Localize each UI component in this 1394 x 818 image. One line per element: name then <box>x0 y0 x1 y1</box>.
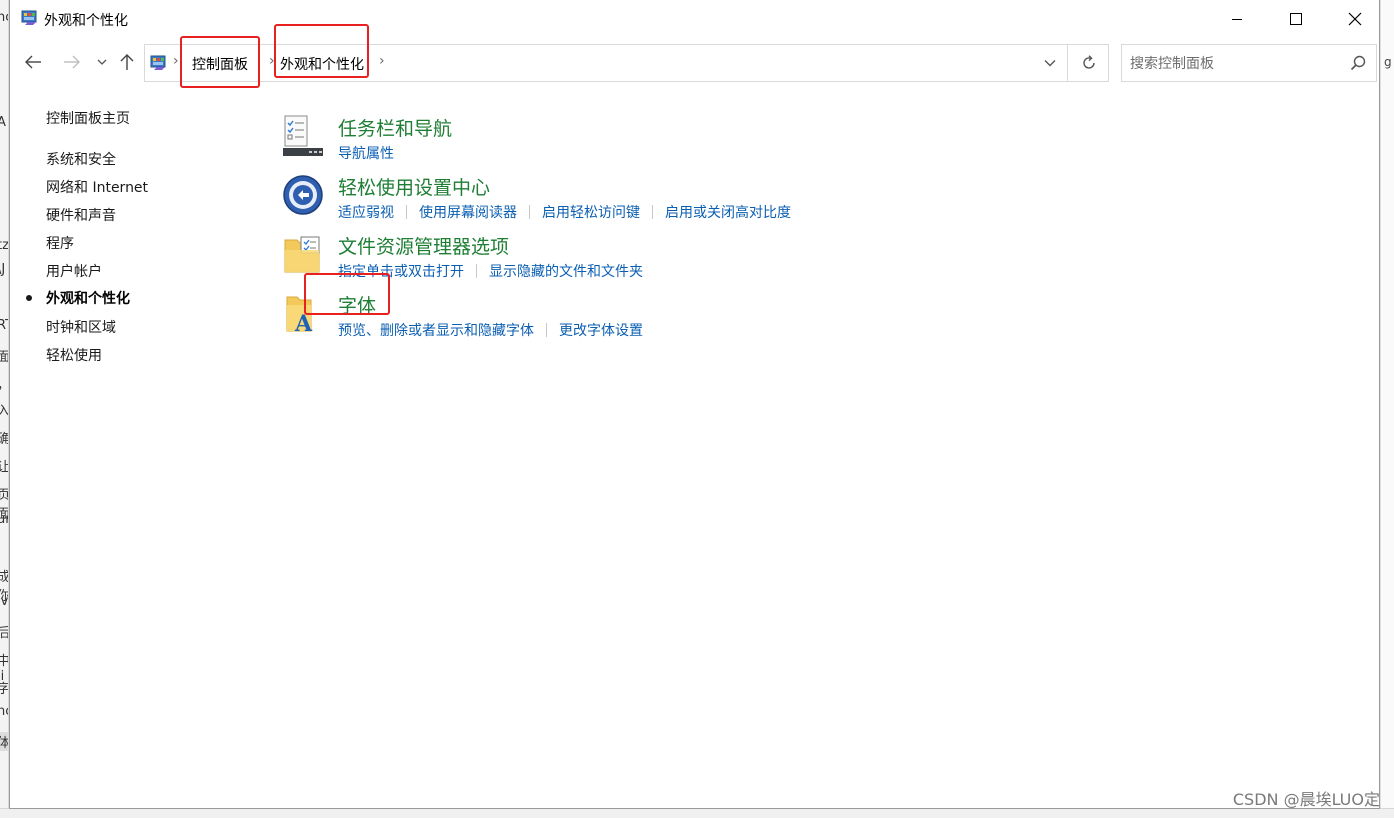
sidebar-item-home[interactable]: 控制面板主页 <box>46 108 130 128</box>
link-divider <box>529 205 530 219</box>
category-title-taskbar[interactable]: 任务栏和导航 <box>338 114 452 141</box>
minimize-button[interactable] <box>1208 0 1266 38</box>
link-single-double-click[interactable]: 指定单击或双击打开 <box>338 264 464 280</box>
active-bullet <box>26 295 32 301</box>
category-title-file-explorer-options[interactable]: 文件资源管理器选项 <box>338 232 509 259</box>
control-panel-icon <box>150 55 166 70</box>
refresh-button[interactable] <box>1067 45 1109 81</box>
category-title-fonts[interactable]: 字体 <box>338 291 376 318</box>
arrow-left-icon <box>25 55 41 69</box>
svg-text:A: A <box>294 311 313 335</box>
bg-fragment: RT <box>0 318 8 333</box>
refresh-icon <box>1082 55 1095 69</box>
chevron-down-icon <box>97 59 107 65</box>
bg-fragment: nc <box>0 704 8 719</box>
ease-of-access-icon <box>283 175 323 215</box>
link-navigation-properties[interactable]: 导航属性 <box>338 146 394 162</box>
arrow-up-icon <box>120 54 134 70</box>
background-taskbar-edge <box>0 808 1394 818</box>
bg-fragment: \J <box>0 262 6 277</box>
category-links-ease-of-access: 适应弱视 使用屏幕阅读器 启用轻松访问键 启用或关闭高对比度 <box>338 202 791 222</box>
sidebar-item-system-security[interactable]: 系统和安全 <box>46 149 116 169</box>
navigation-bar: › 控制面板 › 外观和个性化 › <box>10 40 1379 84</box>
link-divider <box>476 264 477 278</box>
sidebar-item-ease-of-access[interactable]: 轻松使用 <box>46 345 102 365</box>
link-show-hidden-files[interactable]: 显示隐藏的文件和文件夹 <box>489 264 643 280</box>
bg-fragment: ， <box>0 374 8 393</box>
breadcrumb-separator[interactable]: › <box>269 53 275 69</box>
link-font-settings[interactable]: 更改字体设置 <box>559 323 643 339</box>
bg-fragment: 确 <box>0 428 8 447</box>
fonts-folder-icon: A <box>286 296 313 335</box>
search-icon[interactable] <box>1350 55 1366 71</box>
bg-fragment: g <box>1384 55 1392 69</box>
breadcrumb-control-panel[interactable]: 控制面板 <box>192 54 248 74</box>
back-button[interactable] <box>20 49 46 75</box>
link-divider <box>406 205 407 219</box>
bg-fragment: 让 <box>0 456 8 475</box>
control-panel-window: 外观和个性化 › 控制面板 › 外观和个性化 › 搜索控制面板 控制面板主页 系… <box>9 0 1380 809</box>
bg-fragment: 入 <box>0 400 8 419</box>
sidebar-item-appearance[interactable]: 外观和个性化 <box>46 288 130 308</box>
title-bar[interactable]: 外观和个性化 <box>10 0 1379 38</box>
bg-fragment: 体 <box>0 732 8 751</box>
minimize-icon <box>1232 19 1242 20</box>
sidebar-item-clock-region[interactable]: 时钟和区域 <box>46 317 116 337</box>
category-title-ease-of-access[interactable]: 轻松使用设置中心 <box>338 173 490 200</box>
breadcrumb-appearance[interactable]: 外观和个性化 <box>280 54 364 74</box>
watermark: CSDN @晨埃LUO定 <box>1232 790 1380 809</box>
address-bar[interactable]: › 控制面板 › 外观和个性化 › <box>144 44 1109 82</box>
close-button[interactable] <box>1326 0 1384 38</box>
recent-locations-button[interactable] <box>94 49 110 75</box>
address-history-button[interactable] <box>1033 45 1067 81</box>
folder-options-icon <box>284 236 320 273</box>
sidebar-item-user-accounts[interactable]: 用户帐户 <box>46 261 102 281</box>
category-links-taskbar: 导航属性 <box>338 143 394 163</box>
maximize-button[interactable] <box>1267 0 1325 38</box>
chevron-down-icon <box>1044 60 1056 67</box>
bg-fragment: nc <box>0 10 8 25</box>
link-low-vision[interactable]: 适应弱视 <box>338 205 394 221</box>
link-divider <box>652 205 653 219</box>
sidebar-item-network[interactable]: 网络和 Internet <box>46 177 148 197</box>
category-links-fonts: 预览、删除或者显示和隐藏字体 更改字体设置 <box>338 320 643 340</box>
search-input[interactable] <box>1130 54 1340 74</box>
taskbar-icon <box>283 115 323 156</box>
link-screen-reader[interactable]: 使用屏幕阅读器 <box>419 205 517 221</box>
category-links-file-explorer-options: 指定单击或双击打开 显示隐藏的文件和文件夹 <box>338 261 643 281</box>
bg-fragment: 字 <box>0 678 8 697</box>
link-manage-fonts[interactable]: 预览、删除或者显示和隐藏字体 <box>338 323 534 339</box>
bg-fragment: tz <box>0 238 9 253</box>
link-high-contrast[interactable]: 启用或关闭高对比度 <box>665 205 791 221</box>
bg-fragment: iv <box>0 594 9 609</box>
link-access-keys[interactable]: 启用轻松访问键 <box>542 205 640 221</box>
background-window-left: nc A tz \J RT 面 ， 入 确 让 页面 un 成你 iv 后 中j… <box>0 0 9 818</box>
close-icon <box>1348 12 1362 26</box>
bg-fragment: 后 <box>0 622 8 641</box>
bg-fragment: un <box>0 512 8 527</box>
forward-button[interactable] <box>59 49 85 75</box>
breadcrumb-separator[interactable]: › <box>379 53 385 69</box>
up-button[interactable] <box>116 49 138 75</box>
arrow-right-icon <box>64 55 80 69</box>
background-window-right: g <box>1380 0 1394 818</box>
maximize-icon <box>1290 13 1302 25</box>
link-divider <box>546 323 547 337</box>
bg-fragment: A <box>0 115 6 130</box>
search-box[interactable] <box>1121 44 1377 82</box>
breadcrumb-separator[interactable]: › <box>173 53 179 69</box>
bg-fragment: 面 <box>0 346 8 365</box>
sidebar-item-programs[interactable]: 程序 <box>46 233 74 253</box>
sidebar-item-hardware-sound[interactable]: 硬件和声音 <box>46 205 116 225</box>
window-title: 外观和个性化 <box>44 13 128 29</box>
control-panel-icon <box>21 10 37 25</box>
